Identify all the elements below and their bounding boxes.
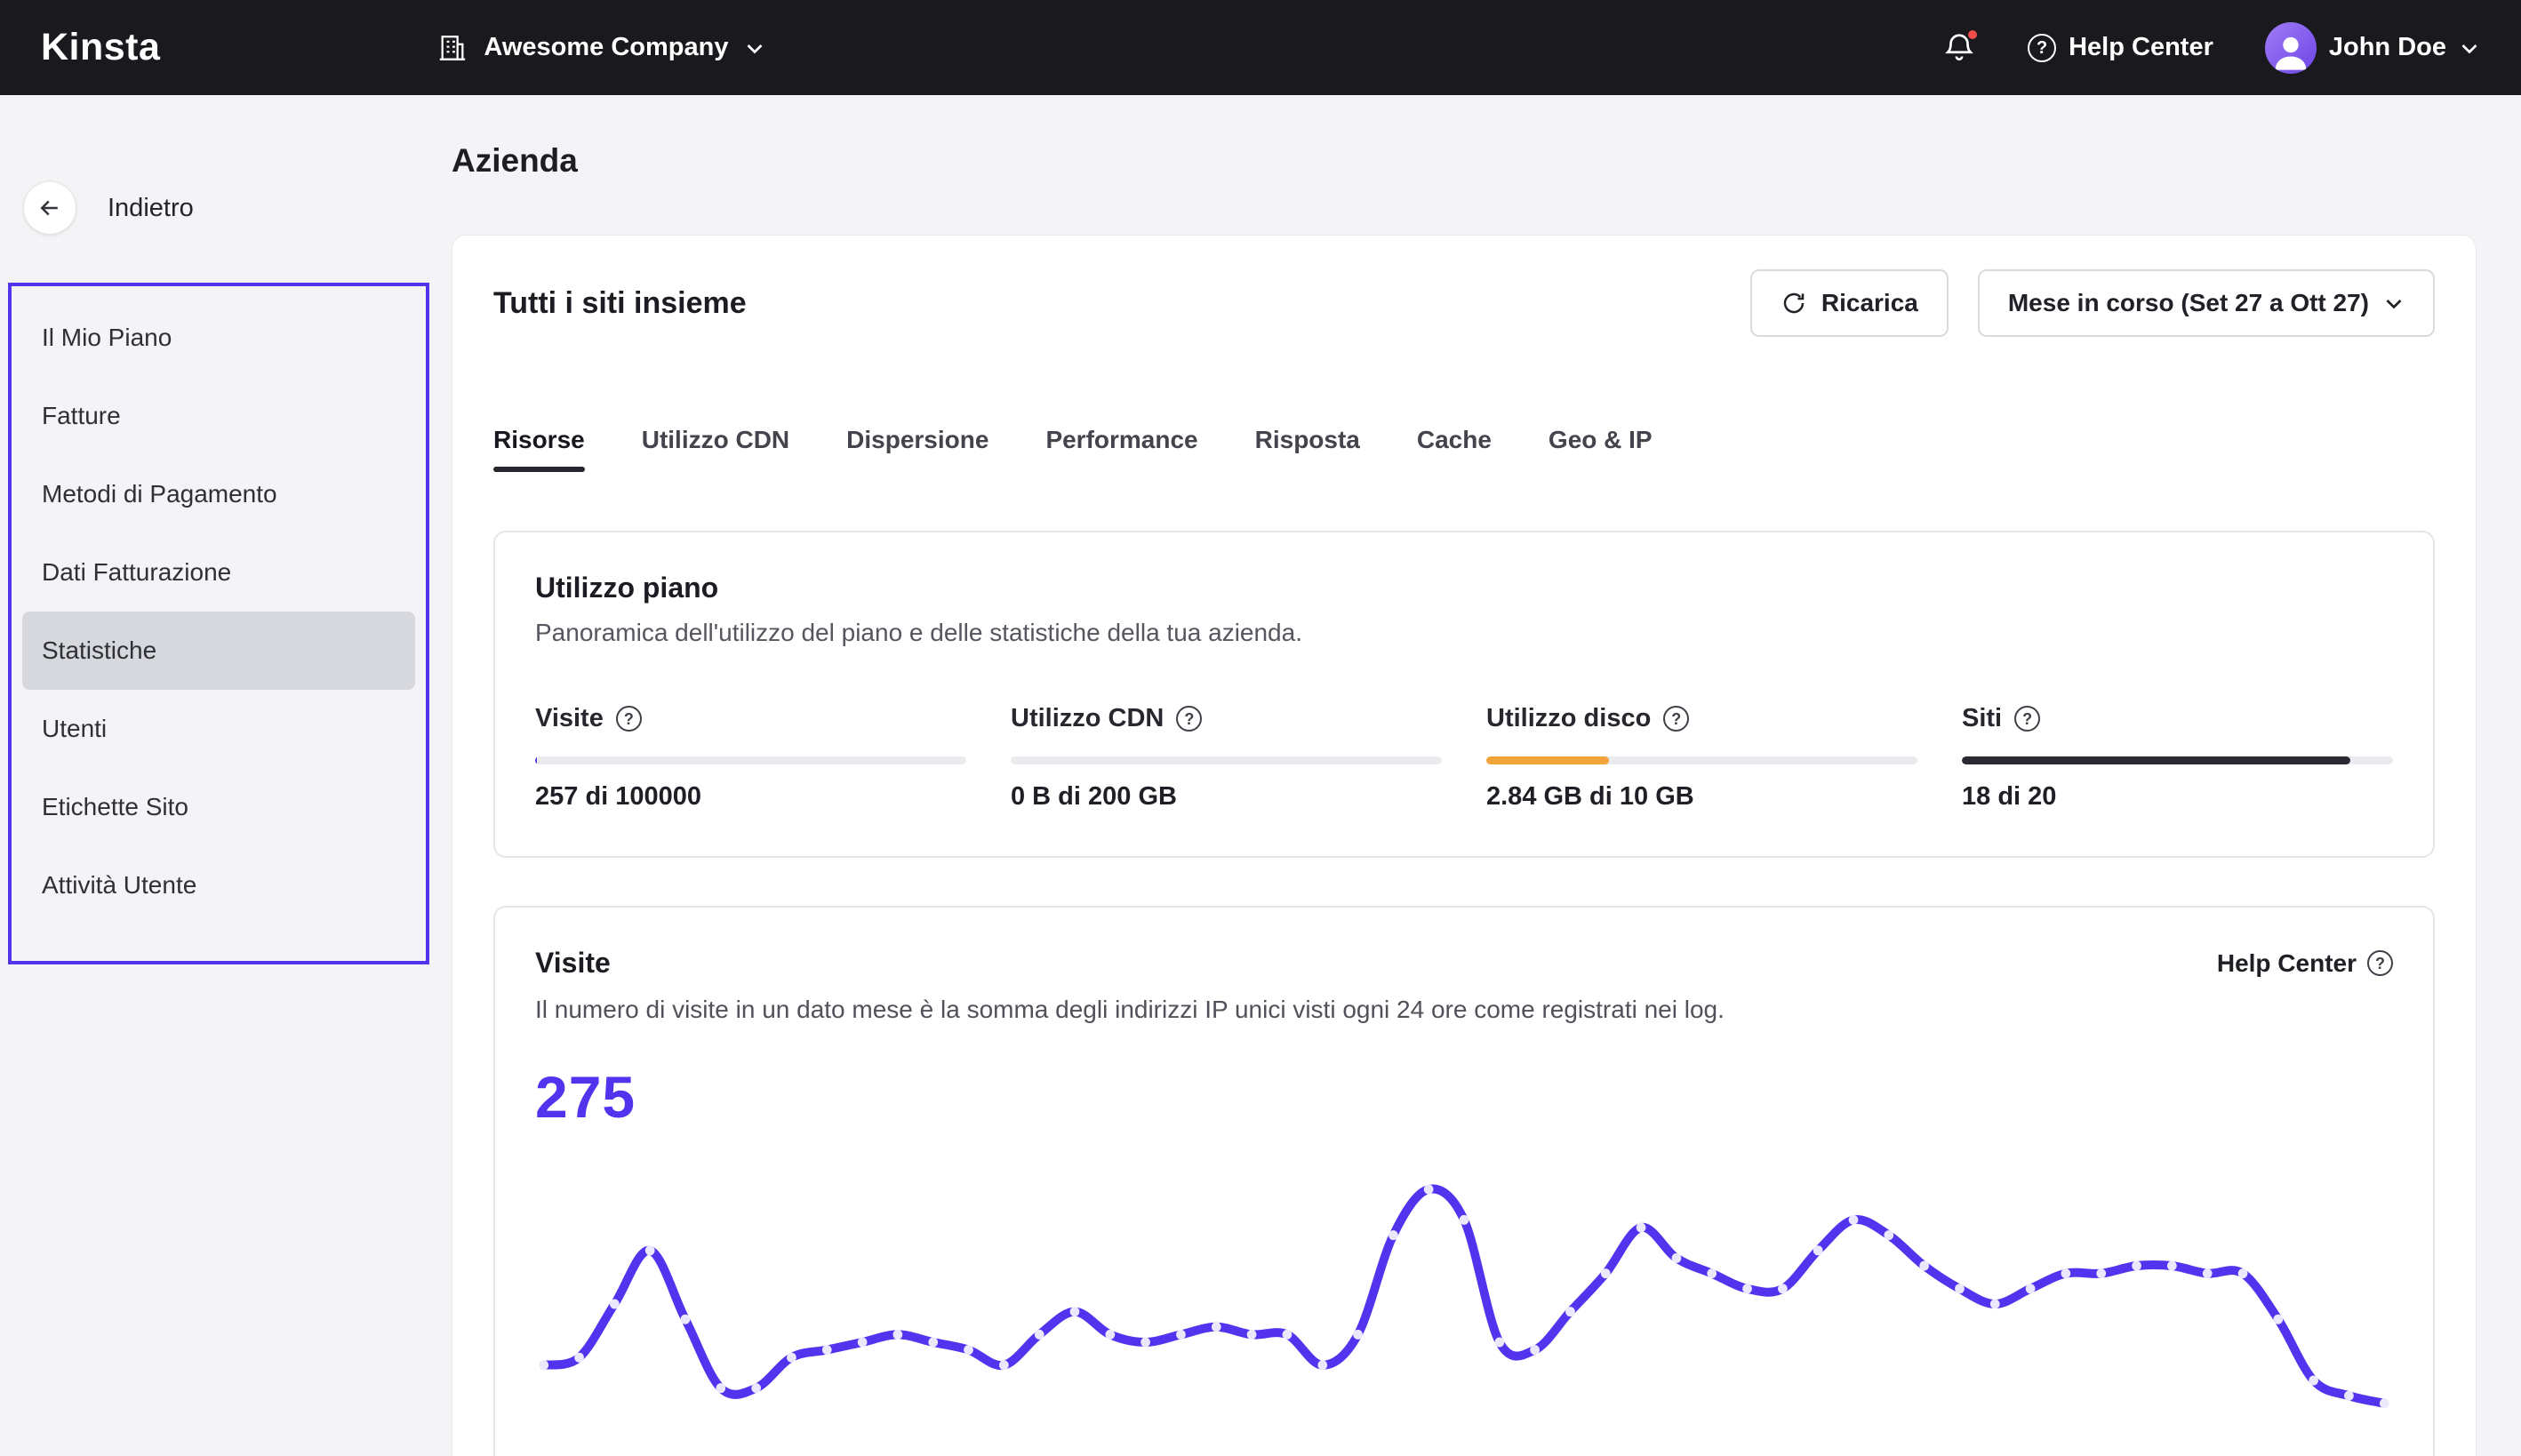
sidebar-item-label: Utenti xyxy=(42,715,107,743)
sidebar-item-utenti[interactable]: Utenti xyxy=(22,690,415,768)
tab-risposta[interactable]: Risposta xyxy=(1255,426,1360,460)
refresh-icon xyxy=(1781,290,1807,316)
chart-wrap xyxy=(535,1161,2393,1445)
plan-usage-subtitle: Panoramica dell'utilizzo del piano e del… xyxy=(535,619,2393,647)
help-center-label: Help Center xyxy=(2069,33,2213,62)
panel-header: Tutti i siti insieme Ricarica Mese in co… xyxy=(493,269,2435,337)
visits-progress-bar xyxy=(535,756,966,764)
plan-usage-card: Utilizzo piano Panoramica dell'utilizzo … xyxy=(493,531,2435,858)
section-title: Tutti i siti insieme xyxy=(493,286,747,321)
sidebar-item-statistiche[interactable]: Statistiche xyxy=(22,612,415,690)
sidebar-item-dati-fatturazione[interactable]: Dati Fatturazione xyxy=(22,533,415,612)
visits-title: Visite xyxy=(535,947,611,980)
stats-panel: Tutti i siti insieme Ricarica Mese in co… xyxy=(452,235,2477,1456)
sidebar-item-etichette-sito[interactable]: Etichette Sito xyxy=(22,768,415,846)
sidebar-item-label: Il Mio Piano xyxy=(42,324,172,352)
sidebar-item-attivita-utente[interactable]: Attività Utente xyxy=(22,846,415,924)
tab-dispersione[interactable]: Dispersione xyxy=(846,426,988,460)
metric-label: Utilizzo disco xyxy=(1486,704,1651,733)
metric-sites: Siti ? 18 di 20 xyxy=(1962,704,2393,812)
back-row: Indietro xyxy=(24,182,452,234)
reload-button[interactable]: Ricarica xyxy=(1750,269,1949,337)
sidebar-item-label: Fatture xyxy=(42,402,121,430)
back-button[interactable] xyxy=(24,182,76,234)
tabs-bar: Risorse Utilizzo CDN Dispersione Perform… xyxy=(493,426,2435,481)
sidebar-menu-annotation-box: Il Mio Piano Fatture Metodi di Pagamento… xyxy=(8,283,429,964)
metric-label: Visite xyxy=(535,704,604,733)
avatar xyxy=(2265,22,2317,74)
question-circle-icon: ? xyxy=(2367,950,2393,976)
visits-header: Visite Help Center ? xyxy=(535,947,2393,980)
sidebar-item-il-mio-piano[interactable]: Il Mio Piano xyxy=(22,299,415,377)
visits-description: Il numero di visite in un dato mese è la… xyxy=(535,996,2393,1024)
metric-visits: Visite ? 257 di 100000 xyxy=(535,704,966,812)
company-selector[interactable]: Awesome Company xyxy=(437,33,765,63)
tab-geo-ip[interactable]: Geo & IP xyxy=(1549,426,1653,460)
chevron-down-icon xyxy=(744,37,765,59)
arrow-left-icon xyxy=(36,195,63,221)
sidebar-item-label: Statistiche xyxy=(42,636,156,665)
user-name: John Doe xyxy=(2329,33,2446,62)
plan-usage-title: Utilizzo piano xyxy=(535,572,2393,604)
cdn-progress-bar xyxy=(1011,756,1442,764)
sidebar-item-label: Metodi di Pagamento xyxy=(42,480,277,508)
metric-value: 0 B di 200 GB xyxy=(1011,782,1442,812)
date-range-label: Mese in corso (Set 27 a Ott 27) xyxy=(2008,289,2369,317)
metric-cdn-usage: Utilizzo CDN ? 0 B di 200 GB xyxy=(1011,704,1442,812)
page-title: Azienda xyxy=(452,142,2521,180)
help-center-button[interactable]: ? Help Center xyxy=(2028,33,2213,62)
kinsta-logo: Kinsta xyxy=(41,26,160,69)
question-circle-icon: ? xyxy=(2028,34,2056,62)
metric-value: 18 di 20 xyxy=(1962,782,2393,812)
header-actions: Ricarica Mese in corso (Set 27 a Ott 27) xyxy=(1750,269,2435,337)
sidebar-item-label: Attività Utente xyxy=(42,871,196,900)
tab-utilizzo-cdn[interactable]: Utilizzo CDN xyxy=(642,426,789,460)
tab-cache[interactable]: Cache xyxy=(1417,426,1492,460)
reload-label: Ricarica xyxy=(1821,289,1918,317)
sidebar-item-metodi-di-pagamento[interactable]: Metodi di Pagamento xyxy=(22,455,415,533)
date-range-button[interactable]: Mese in corso (Set 27 a Ott 27) xyxy=(1978,269,2435,337)
metric-label: Utilizzo CDN xyxy=(1011,704,1164,733)
notifications-button[interactable] xyxy=(1942,31,1976,65)
metrics-row: Visite ? 257 di 100000 Utilizzo CDN ? 0 … xyxy=(535,704,2393,812)
info-icon[interactable]: ? xyxy=(2014,706,2040,732)
back-label: Indietro xyxy=(108,194,194,223)
visits-total: 275 xyxy=(535,1063,2393,1131)
visits-help-center-link[interactable]: Help Center ? xyxy=(2217,949,2393,978)
metric-disk-usage: Utilizzo disco ? 2.84 GB di 10 GB xyxy=(1486,704,1917,812)
sidebar-item-label: Dati Fatturazione xyxy=(42,558,231,587)
tab-risorse[interactable]: Risorse xyxy=(493,426,585,460)
sidebar: Indietro Il Mio Piano Fatture Metodi di … xyxy=(0,95,452,964)
metric-label: Siti xyxy=(1962,704,2002,733)
info-icon[interactable]: ? xyxy=(616,706,642,732)
chevron-down-icon xyxy=(2459,37,2480,59)
metric-value: 2.84 GB di 10 GB xyxy=(1486,782,1917,812)
visits-card: Visite Help Center ? Il numero di visite… xyxy=(493,906,2435,1456)
metric-value: 257 di 100000 xyxy=(535,782,966,812)
info-icon[interactable]: ? xyxy=(1176,706,1202,732)
tab-performance[interactable]: Performance xyxy=(1045,426,1197,460)
sidebar-item-label: Etichette Sito xyxy=(42,793,188,821)
topbar-right: ? Help Center John Doe xyxy=(1942,22,2480,74)
building-icon xyxy=(437,33,468,63)
info-icon[interactable]: ? xyxy=(1663,706,1689,732)
chevron-down-icon xyxy=(2383,292,2405,314)
user-menu[interactable]: John Doe xyxy=(2265,22,2480,74)
visits-line-chart xyxy=(535,1161,2393,1445)
company-name: Awesome Company xyxy=(484,33,728,62)
notification-badge xyxy=(1966,28,1979,41)
sidebar-item-fatture[interactable]: Fatture xyxy=(22,377,415,455)
disk-progress-bar xyxy=(1486,756,1917,764)
sites-progress-bar xyxy=(1962,756,2393,764)
main-content: Azienda Tutti i siti insieme Ricarica Me… xyxy=(452,95,2521,1456)
topbar: Kinsta Awesome Company ? Help Center xyxy=(0,0,2521,95)
help-center-label: Help Center xyxy=(2217,949,2357,978)
